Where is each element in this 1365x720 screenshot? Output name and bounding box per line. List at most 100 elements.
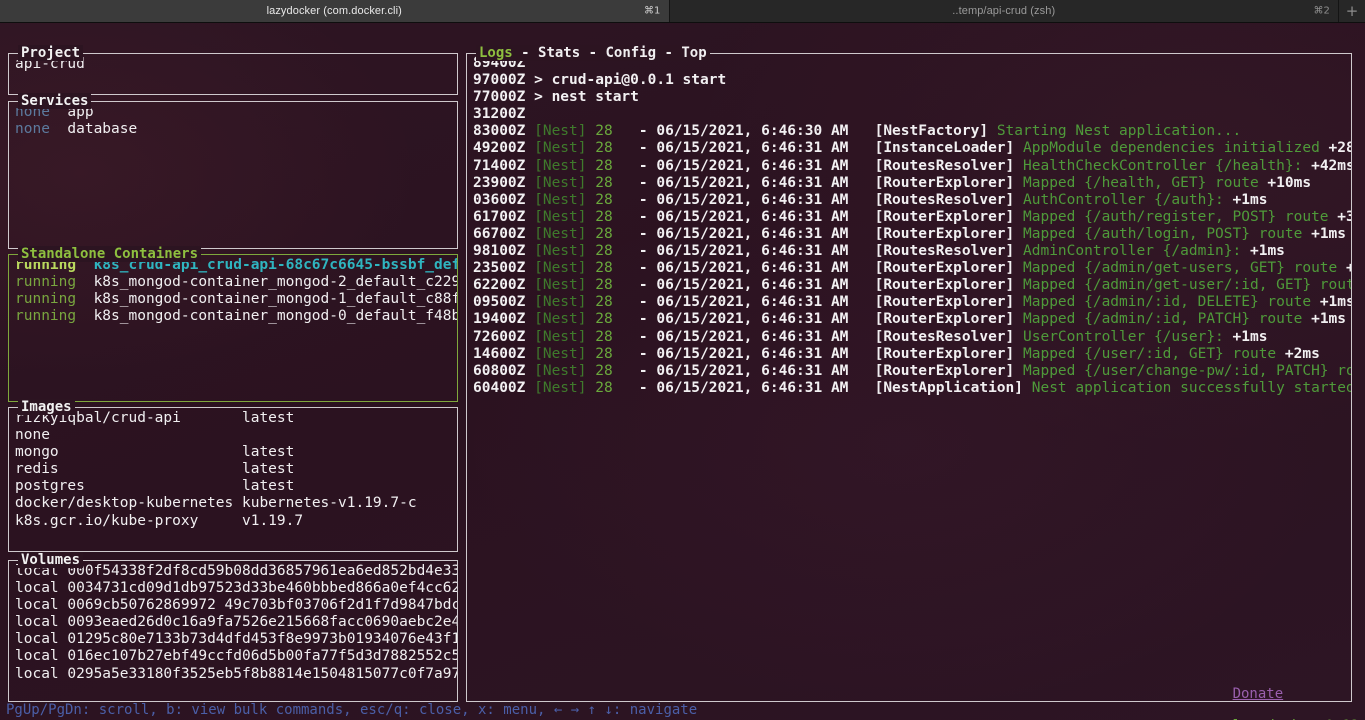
log-date: - 06/15/2021, 6:46:31 AM bbox=[638, 243, 875, 260]
image-row[interactable]: redis latest bbox=[15, 461, 451, 478]
log-line: 09500Z [Nest] 28 - 06/15/2021, 6:46:31 A… bbox=[473, 294, 1351, 311]
image-row[interactable]: mongo latest bbox=[15, 444, 451, 461]
panel-volumes[interactable]: Volumes local 000f54338f2df8cd59b08dd368… bbox=[8, 552, 458, 702]
image-row[interactable]: postgres latest bbox=[15, 478, 451, 495]
log-context: [RouterExplorer] bbox=[874, 277, 1023, 294]
images-list: rizkyiqbal/crud-api latest none mongo lat… bbox=[9, 408, 457, 551]
log-line: 23500Z [Nest] 28 - 06/15/2021, 6:46:31 A… bbox=[473, 260, 1351, 277]
log-line: 98100Z [Nest] 28 - 06/15/2021, 6:46:31 A… bbox=[473, 243, 1347, 260]
log-tag: [Nest] bbox=[525, 174, 587, 191]
main-tab-config[interactable]: Config bbox=[605, 45, 656, 61]
image-name: postgres bbox=[15, 478, 242, 495]
log-line: 62200Z [Nest] 28 - 06/15/2021, 6:46:31 A… bbox=[473, 277, 1351, 294]
panel-project[interactable]: Project api-crud bbox=[8, 45, 458, 95]
window-tab-zsh[interactable]: ..temp/api-crud (zsh) ⌘2 bbox=[668, 0, 1338, 22]
log-pid: 28 bbox=[586, 260, 639, 277]
main-tab-top[interactable]: Top bbox=[681, 45, 706, 61]
image-tag: latest bbox=[241, 461, 295, 478]
log-tag: [Nest] bbox=[525, 225, 587, 242]
image-row[interactable]: none bbox=[15, 427, 451, 444]
log-pid: 28 bbox=[586, 379, 639, 396]
volume-row[interactable]: local 01295c80e7133b73d4dfd453f8e9973b01… bbox=[15, 631, 457, 648]
volume-driver: local bbox=[15, 665, 68, 682]
log-date: - 06/15/2021, 6:46:31 AM bbox=[638, 345, 875, 362]
container-row[interactable]: running k8s_mongod-container_mongod-1_de… bbox=[15, 291, 457, 308]
image-row[interactable]: docker/desktop-kubernetes kubernetes-v1.… bbox=[15, 495, 451, 512]
donate-link[interactable]: Donate bbox=[1233, 686, 1284, 702]
log-message: Mapped {/user/:id, GET} route bbox=[1023, 345, 1277, 362]
window-tab-title: lazydocker (com.docker.cli) bbox=[266, 5, 402, 17]
terminal-surface: Project api-crud Services none app none d… bbox=[0, 23, 1365, 720]
panel-images[interactable]: Images rizkyiqbal/crud-api latest none mo… bbox=[8, 399, 458, 552]
log-pid: 28 bbox=[586, 174, 639, 191]
log-tag: [Nest] bbox=[525, 328, 587, 345]
log-message: Mapped {/admin/:id, DELETE} route bbox=[1023, 294, 1312, 311]
panel-images-title: Images bbox=[18, 399, 75, 415]
volume-row[interactable]: local 0069cb50762869972 49c703bf03706f2d… bbox=[15, 597, 457, 614]
volumes-list: local 000f54338f2df8cd59b08dd36857961ea6… bbox=[9, 561, 457, 701]
image-name: redis bbox=[15, 461, 242, 478]
container-row[interactable]: running k8s_mongod-container_mongod-2_de… bbox=[15, 274, 457, 291]
volume-name: 0034731cd09d1db97523d33be460bbbed866a0ef… bbox=[67, 580, 457, 597]
window-titlebar: lazydocker (com.docker.cli) ⌘1 ..temp/ap… bbox=[0, 0, 1365, 23]
log-pid: 28 bbox=[586, 294, 639, 311]
image-tag: v1.19.7 bbox=[241, 512, 304, 529]
log-timestamp: 83000Z bbox=[473, 123, 526, 140]
log-context: [RouterExplorer] bbox=[874, 225, 1023, 242]
image-row[interactable]: k8s.gcr.io/kube-proxy v1.19.7 bbox=[15, 513, 451, 530]
log-timestamp: 72600Z bbox=[473, 328, 526, 345]
panel-main-logs[interactable]: Logs - Stats - Config - Top 89400Z 97000Z… bbox=[466, 45, 1352, 702]
main-tab-logs[interactable]: Logs bbox=[479, 45, 513, 61]
panel-services[interactable]: Services none app none database bbox=[8, 93, 458, 249]
service-row[interactable]: none database bbox=[15, 121, 451, 138]
log-date: - 06/15/2021, 6:46:31 AM bbox=[638, 362, 875, 379]
main-tab-stats[interactable]: Stats bbox=[538, 45, 580, 61]
volume-row[interactable]: local 016ec107b27ebf49ccfd06d5b00fa77f5d… bbox=[15, 648, 457, 665]
volume-driver: local bbox=[15, 614, 68, 631]
log-line: 19400Z [Nest] 28 - 06/15/2021, 6:46:31 A… bbox=[473, 311, 1347, 328]
log-duration: +1ms bbox=[1302, 311, 1347, 328]
volume-driver: local bbox=[15, 631, 68, 648]
log-line: 72600Z [Nest] 28 - 06/15/2021, 6:46:31 A… bbox=[473, 329, 1347, 346]
log-line: 14600Z [Nest] 28 - 06/15/2021, 6:46:31 A… bbox=[473, 346, 1347, 363]
log-tag: [Nest] bbox=[525, 277, 587, 294]
log-date: - 06/15/2021, 6:46:31 AM bbox=[638, 294, 875, 311]
log-duration: +1ms bbox=[1241, 243, 1285, 260]
log-context: [RouterExplorer] bbox=[874, 208, 1023, 225]
window-tab-lazydocker[interactable]: lazydocker (com.docker.cli) ⌘1 bbox=[0, 0, 669, 22]
panel-containers-title: Standalone Containers bbox=[18, 246, 202, 262]
volume-row[interactable]: local 0034731cd09d1db97523d33be460bbbed8… bbox=[15, 580, 457, 597]
volume-row[interactable]: local 0295a5e33180f3525eb5f8b8814e150481… bbox=[15, 665, 457, 683]
panel-standalone-containers[interactable]: Standalone Containers running k8s_crud-a… bbox=[8, 246, 458, 402]
log-context: [RoutesResolver] bbox=[874, 191, 1023, 208]
log-timestamp: 61700Z bbox=[473, 208, 526, 225]
log-message: Starting Nest application... bbox=[996, 123, 1242, 140]
image-name: none bbox=[15, 427, 242, 444]
log-pid: 28 bbox=[586, 362, 639, 379]
log-duration: +282ms bbox=[1328, 140, 1351, 157]
log-context: [RoutesResolver] bbox=[874, 157, 1023, 174]
log-date: - 06/15/2021, 6:46:30 AM bbox=[638, 123, 875, 140]
log-date: - 06/15/2021, 6:46:31 AM bbox=[638, 225, 875, 242]
status-bar-right: Donate lazydocker 0.12 bbox=[1182, 670, 1359, 720]
log-timestamp: 60800Z bbox=[473, 362, 526, 379]
log-timestamp: 03600Z bbox=[473, 191, 526, 208]
main-panel-tabs[interactable]: Logs - Stats - Config - Top bbox=[476, 45, 710, 61]
log-timestamp: 19400Z bbox=[473, 311, 526, 328]
log-date: - 06/15/2021, 6:46:31 AM bbox=[638, 328, 875, 345]
container-row[interactable]: running k8s_mongod-container_mongod-0_de… bbox=[15, 308, 457, 325]
image-row[interactable]: rizkyiqbal/crud-api latest bbox=[15, 410, 451, 427]
container-status: running bbox=[15, 308, 77, 325]
container-status: running bbox=[15, 291, 77, 308]
volume-row[interactable]: local 0093eaed26d0c16a9fa7526e215668facc… bbox=[15, 614, 457, 631]
log-tag: [Nest] bbox=[525, 362, 587, 379]
log-message: Mapped {/admin/get-user/:id, GET} route bbox=[1023, 277, 1351, 294]
log-pid: 28 bbox=[586, 225, 639, 242]
log-timestamp: 71400Z bbox=[473, 157, 526, 174]
log-context: [RouterExplorer] bbox=[874, 345, 1023, 362]
log-line: 60800Z [Nest] 28 - 06/15/2021, 6:46:31 A… bbox=[473, 362, 1351, 380]
new-tab-button[interactable]: + bbox=[1338, 0, 1365, 22]
log-context: [RouterExplorer] bbox=[874, 174, 1023, 191]
log-context: [RoutesResolver] bbox=[874, 328, 1023, 345]
log-timestamp: 98100Z bbox=[473, 243, 526, 260]
